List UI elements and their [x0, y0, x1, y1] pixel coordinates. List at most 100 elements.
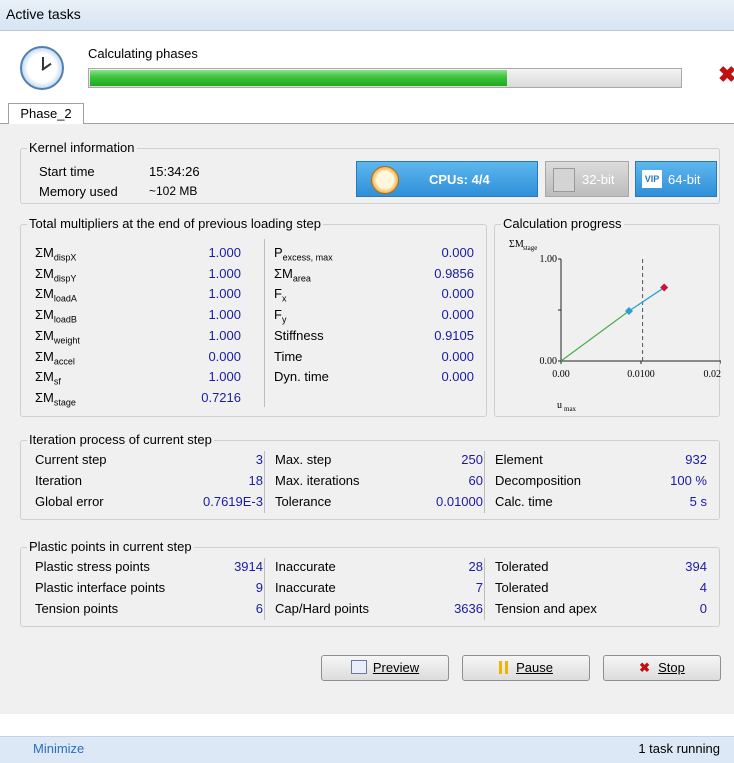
calc-progress-chart: ΣM stage u max 1.00 0.00 0.00 0.0100 0.02: [509, 239, 722, 413]
multiplier-name: Stiffness: [274, 327, 324, 343]
cpus-indicator: CPUs: 4/4: [356, 161, 538, 197]
multiplier-sub: area: [292, 273, 311, 284]
iteration-legend: Iteration process of current step: [27, 432, 214, 447]
bit64-label: 64-bit: [668, 172, 701, 187]
multiplier-sub: sf: [53, 376, 61, 387]
chart-x-tick-label: 0.02: [704, 369, 722, 380]
chart-series-line: [628, 287, 665, 312]
plastic-value: 7: [475, 580, 483, 595]
pause-icon: [499, 661, 503, 674]
cpus-label: CPUs: 4/4: [429, 172, 490, 187]
multiplier-name: F: [274, 307, 282, 323]
multiplier-name: ΣM: [274, 265, 293, 281]
chart-y-tick-label: 1.00: [540, 254, 558, 265]
multiplier-name: Time: [274, 348, 303, 364]
chart-y-tick-label: 0.00: [540, 356, 558, 367]
plastic-value: 3636: [454, 601, 483, 616]
plastic-label: Plastic interface points: [35, 580, 166, 595]
multiplier-name: ΣM: [35, 265, 54, 281]
multiplier-name: ΣM: [35, 348, 54, 364]
iteration-label: Decomposition: [495, 473, 581, 488]
multiplier-label: ΣMaccel: [35, 349, 75, 367]
multiplier-value: 0.000: [441, 307, 474, 323]
preview-button[interactable]: Preview: [321, 655, 449, 681]
multiplier-label: Fy: [274, 307, 286, 325]
tasks-running-text: 1 task running: [638, 741, 720, 756]
multiplier-value: 0.9856: [434, 265, 474, 281]
kernel-info-legend: Kernel information: [27, 140, 137, 155]
multiplier-sub: accel: [53, 356, 75, 367]
multiplier-value: 1.000: [208, 369, 241, 385]
multiplier-name: ΣM: [35, 369, 54, 385]
multiplier-value: 1.000: [208, 286, 241, 302]
column-divider: [264, 451, 265, 513]
multiplier-sub: loadB: [53, 314, 77, 325]
bit32-icon: [553, 168, 575, 192]
window-title: Active tasks: [6, 6, 81, 22]
plastic-legend: Plastic points in current step: [27, 539, 194, 554]
task-label: Calculating phases: [88, 46, 198, 61]
plastic-value: 28: [468, 559, 483, 574]
multipliers-group: Total multipliers at the end of previous…: [20, 216, 487, 417]
multiplier-value: 1.000: [208, 245, 241, 260]
status-bar: Minimize 1 task running: [0, 736, 734, 763]
multiplier-label: Pexcess, max: [274, 245, 333, 263]
task-progress-bar: [88, 68, 682, 88]
multiplier-label: ΣMstage: [35, 390, 76, 408]
chart-point: [660, 283, 669, 292]
iteration-value: 5 s: [689, 494, 707, 509]
multiplier-name: Dyn. time: [274, 369, 329, 385]
stop-label: Stop: [658, 660, 685, 675]
iteration-label: Global error: [35, 494, 104, 509]
multiplier-label: Time: [274, 349, 302, 367]
multiplier-value: 1.000: [208, 265, 241, 281]
iteration-label: Max. iterations: [275, 473, 360, 488]
cancel-task-icon[interactable]: ✖: [718, 62, 734, 88]
plastic-value: 6: [255, 601, 263, 616]
stop-icon: ✖: [639, 660, 651, 675]
multiplier-label: ΣMdispX: [35, 245, 76, 263]
preview-icon: [350, 660, 367, 674]
multiplier-name: F: [274, 286, 282, 302]
multiplier-label: Stiffness: [274, 328, 324, 346]
pause-button[interactable]: Pause: [462, 655, 590, 681]
plastic-value: 9: [255, 580, 263, 595]
iteration-value: 60: [468, 473, 483, 488]
plastic-value: 394: [685, 559, 707, 574]
multiplier-name: P: [274, 245, 283, 260]
calc-progress-group: Calculation progress ΣM stage u max 1.00…: [494, 216, 722, 417]
multiplier-value: 0.000: [441, 369, 474, 385]
multiplier-sub: excess, max: [282, 252, 333, 263]
column-divider: [484, 558, 485, 620]
stop-button[interactable]: ✖ Stop: [603, 655, 721, 681]
column-divider: [484, 451, 485, 513]
plastic-group: Plastic points in current step Plastic s…: [20, 539, 720, 627]
plastic-label: Inaccurate: [275, 580, 336, 595]
iteration-label: Current step: [35, 452, 107, 467]
vip-icon: VIP: [642, 170, 662, 188]
iteration-value: 932: [685, 452, 707, 467]
memory-used-value: ~102 MB: [149, 184, 198, 198]
cpu-gauge-icon: [371, 166, 399, 194]
minimize-link[interactable]: Minimize: [33, 741, 84, 756]
iteration-label: Max. step: [275, 452, 332, 467]
plastic-value: 0: [699, 601, 707, 616]
progress-fill: [90, 70, 508, 86]
chart-x-tick-label: 0.0100: [627, 369, 655, 380]
iteration-label: Tolerance: [275, 494, 332, 509]
tab-phase-2[interactable]: Phase_2: [8, 103, 84, 124]
multiplier-value: 0.000: [441, 245, 474, 260]
iteration-value: 3: [255, 452, 263, 467]
multiplier-label: Dyn. time: [274, 369, 329, 387]
bit32-label: 32-bit: [582, 172, 615, 187]
multiplier-label: ΣMdispY: [35, 266, 76, 284]
chart-x-tick-label: 0.00: [552, 369, 570, 380]
multiplier-label: ΣMloadB: [35, 307, 77, 325]
iteration-value: 250: [461, 452, 483, 467]
chart-series-line: [560, 310, 630, 362]
multiplier-value: 1.000: [208, 327, 241, 343]
multiplier-sub: loadA: [53, 293, 77, 304]
clock-icon: [20, 46, 64, 90]
multipliers-legend: Total multipliers at the end of previous…: [27, 216, 323, 231]
start-time-label: Start time: [39, 164, 95, 179]
